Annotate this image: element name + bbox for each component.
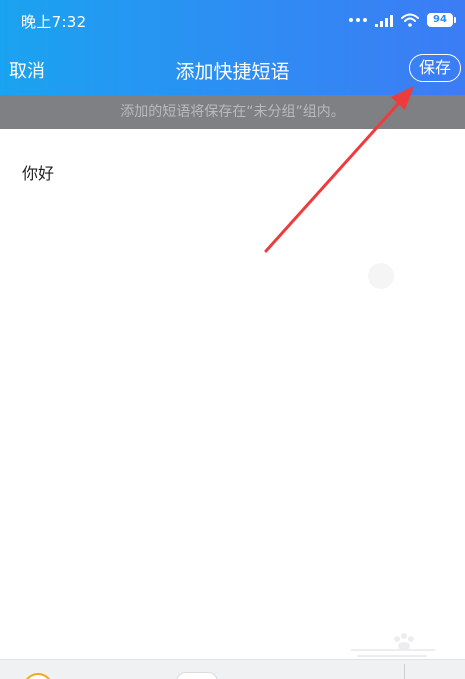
wifi-icon [401, 13, 419, 27]
nav-bar: 取消 添加快捷短语 保存 [0, 42, 465, 95]
phrase-editor[interactable]: 你好 [0, 129, 465, 659]
status-time: 晚上7:32 [21, 13, 87, 31]
add-quick-phrase-screen: 晚上7:32 94 取消 添加快捷短语 保存 添加的短语将保存在“未分组”组内。… [0, 0, 465, 679]
emoji-icon[interactable] [23, 673, 53, 679]
phrase-text[interactable]: 你好 [22, 160, 54, 184]
keyboard-toolbar [0, 659, 465, 679]
signal-icon [375, 13, 393, 27]
cancel-button[interactable]: 取消 [9, 57, 45, 83]
toolbar-divider [404, 664, 405, 679]
page-title: 添加快捷短语 [175, 61, 290, 83]
faint-circle-icon [368, 263, 394, 289]
toolbar-pill[interactable] [176, 672, 218, 679]
status-icons: 94 [349, 11, 456, 29]
more-dots-icon [349, 18, 367, 22]
battery-icon: 94 [427, 13, 456, 27]
status-bar: 晚上7:32 94 [0, 0, 465, 42]
save-button[interactable]: 保存 [408, 54, 461, 82]
save-location-notice: 添加的短语将保存在“未分组”组内。 [0, 95, 465, 129]
header: 晚上7:32 94 取消 添加快捷短语 保存 [0, 0, 465, 95]
